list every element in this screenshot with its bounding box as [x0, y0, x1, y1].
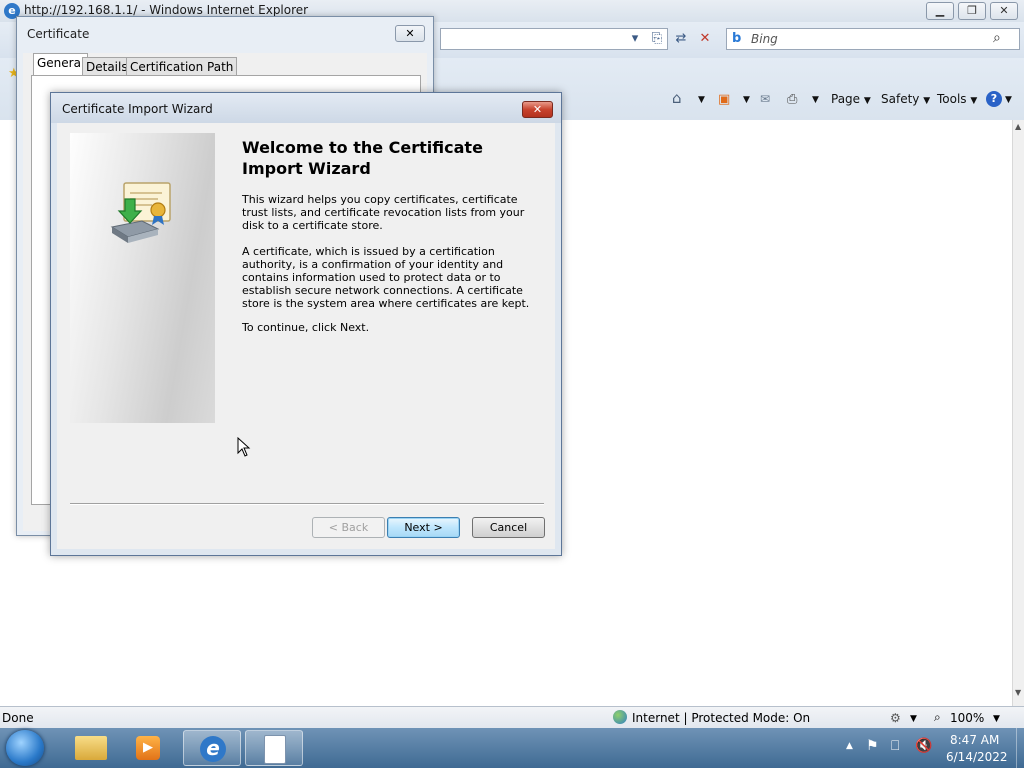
taskbar-explorer-button[interactable]: [64, 730, 122, 766]
start-button[interactable]: [6, 730, 44, 766]
safety-menu-label: Safety: [881, 92, 920, 106]
taskbar-ie-button[interactable]: e: [183, 730, 241, 766]
status-text: Done: [2, 711, 34, 725]
address-dropdown-icon[interactable]: ▾: [628, 29, 642, 49]
wizard-close-button[interactable]: ✕: [522, 101, 553, 118]
certificate-import-wizard: Certificate Import Wizard ✕ Welcome to t…: [50, 92, 562, 556]
show-desktop-button[interactable]: [1016, 728, 1024, 768]
back-button[interactable]: < Back: [312, 517, 385, 538]
folder-icon: [75, 736, 107, 760]
home-icon[interactable]: ⌂: [672, 89, 682, 107]
certificate-close-button[interactable]: ✕: [395, 25, 425, 42]
action-center-flag-icon[interactable]: ⚑: [866, 738, 879, 754]
home-dropdown-icon[interactable]: ▼: [698, 95, 705, 105]
document-icon: [264, 735, 286, 764]
wizard-side-banner: [70, 133, 215, 423]
help-dropdown-icon[interactable]: ▼: [1005, 95, 1012, 105]
status-bar: Done Internet | Protected Mode: On ⚙ ▼ ⌕…: [0, 706, 1024, 728]
network-icon[interactable]: ⎕: [891, 738, 899, 754]
wizard-separator: [70, 503, 544, 505]
wizard-continue-paragraph: To continue, click Next.: [242, 321, 370, 334]
ie-close-button[interactable]: ✕: [990, 2, 1018, 20]
tab-general[interactable]: General: [33, 53, 89, 75]
vertical-scrollbar[interactable]: ▲ ▼: [1012, 120, 1024, 706]
tools-menu-label: Tools: [937, 92, 967, 106]
wizard-intro-paragraph: This wizard helps you copy certificates,…: [242, 193, 525, 232]
popup-blocker-icon[interactable]: ⚙: [890, 711, 901, 725]
show-hidden-icons-icon[interactable]: ▲: [846, 741, 853, 751]
refresh-icon[interactable]: ⇄: [672, 29, 690, 49]
help-icon[interactable]: ?: [986, 91, 1002, 107]
print-dropdown-icon[interactable]: ▼: [812, 95, 819, 105]
scroll-up-icon[interactable]: ▲: [1015, 122, 1021, 131]
compatibility-view-icon[interactable]: ⎘: [648, 29, 666, 49]
tab-certification-path[interactable]: Certification Path: [126, 57, 238, 75]
clock-time[interactable]: 8:47 AM: [950, 733, 999, 747]
feeds-dropdown-icon[interactable]: ▼: [743, 95, 750, 105]
zoom-icon[interactable]: ⌕: [934, 710, 941, 725]
volume-muted-icon[interactable]: 🔇: [915, 738, 932, 754]
maximize-button[interactable]: ❐: [958, 2, 986, 20]
tools-menu[interactable]: Tools ▼: [937, 92, 977, 106]
wizard-titlebar: Certificate Import Wizard ✕: [51, 93, 561, 123]
minimize-button[interactable]: ▁: [926, 2, 954, 20]
search-placeholder: Bing: [751, 32, 778, 46]
internet-explorer-icon: e: [200, 736, 226, 762]
scroll-down-icon[interactable]: ▼: [1015, 688, 1021, 697]
wizard-description-paragraph: A certificate, which is issued by a cert…: [242, 245, 530, 310]
mail-icon[interactable]: ✉: [760, 92, 770, 106]
certificate-dialog-title: Certificate: [27, 27, 90, 41]
safety-menu[interactable]: Safety ▼: [881, 92, 930, 106]
tab-details[interactable]: Details: [82, 57, 132, 75]
feeds-icon[interactable]: ▣: [718, 92, 730, 107]
clock-date[interactable]: 6/14/2022: [946, 750, 1008, 764]
search-box[interactable]: b Bing ⌕: [726, 28, 1020, 50]
wizard-heading: Welcome to the Certificate Import Wizard: [242, 138, 483, 178]
bing-icon: b: [732, 31, 742, 46]
media-player-icon: ▶: [136, 736, 160, 760]
cancel-button[interactable]: Cancel: [472, 517, 545, 538]
mouse-cursor-icon: [237, 437, 251, 457]
page-menu-label: Page: [831, 92, 861, 106]
popup-dropdown-icon[interactable]: ▼: [910, 714, 917, 724]
taskbar-media-player-button[interactable]: ▶: [122, 730, 180, 766]
ie-window-title: http://192.168.1.1/ - Windows Internet E…: [24, 3, 309, 17]
wizard-client-area: Welcome to the Certificate Import Wizard…: [57, 123, 555, 549]
taskbar-notepad-button[interactable]: [245, 730, 303, 766]
search-icon[interactable]: ⌕: [993, 30, 1001, 46]
print-icon[interactable]: ⎙: [787, 92, 797, 107]
internet-zone-icon: [613, 710, 627, 724]
wizard-title: Certificate Import Wizard: [62, 102, 213, 116]
next-button[interactable]: Next >: [387, 517, 460, 538]
stop-icon[interactable]: ✕: [696, 29, 714, 49]
page-menu[interactable]: Page ▼: [831, 92, 871, 106]
zoom-dropdown-icon[interactable]: ▼: [993, 714, 1000, 724]
certificate-import-icon: [110, 182, 171, 243]
zoom-level[interactable]: 100%: [950, 711, 984, 725]
security-zone-text[interactable]: Internet | Protected Mode: On: [632, 711, 810, 725]
